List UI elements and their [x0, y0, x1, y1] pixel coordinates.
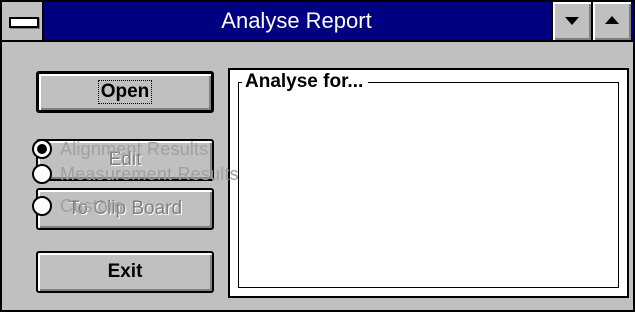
radio-dot — [37, 144, 47, 154]
maximize-arrow-icon — [605, 16, 619, 24]
radio-selected-icon — [32, 139, 52, 159]
analyse-for-label: Analyse for... — [242, 70, 369, 94]
radio-measurement-results-label: Measurement Results — [60, 163, 239, 184]
radio-custom-label: Custom — [60, 195, 124, 216]
analyse-for-groupbox — [238, 82, 619, 288]
dialog-client-area: Open Edit To Clip Board Exit Analyse for… — [2, 42, 633, 310]
system-menu-icon — [9, 17, 39, 28]
system-menu-button[interactable] — [2, 2, 44, 40]
radio-unselected-icon — [32, 164, 52, 184]
minimize-arrow-icon — [565, 17, 579, 25]
open-button[interactable]: Open — [36, 71, 214, 113]
radio-measurement-results[interactable]: Measurement Results — [32, 161, 239, 187]
title-bar[interactable]: Analyse Report — [2, 2, 633, 42]
radio-alignment-results-label: Alignment Results — [60, 138, 209, 159]
minimize-button[interactable] — [551, 2, 591, 40]
analyse-for-panel: Analyse for... — [228, 68, 629, 298]
exit-button[interactable]: Exit — [36, 251, 214, 293]
window-title: Analyse Report — [221, 8, 372, 33]
open-button-label: Open — [97, 80, 153, 104]
analyse-report-window: Analyse Report Open Edit To Clip Board E… — [0, 0, 635, 312]
maximize-button[interactable] — [591, 2, 631, 40]
radio-unselected-icon — [32, 196, 52, 216]
radio-custom[interactable]: Custom — [32, 193, 123, 219]
radio-alignment-results[interactable]: Alignment Results — [32, 136, 208, 162]
